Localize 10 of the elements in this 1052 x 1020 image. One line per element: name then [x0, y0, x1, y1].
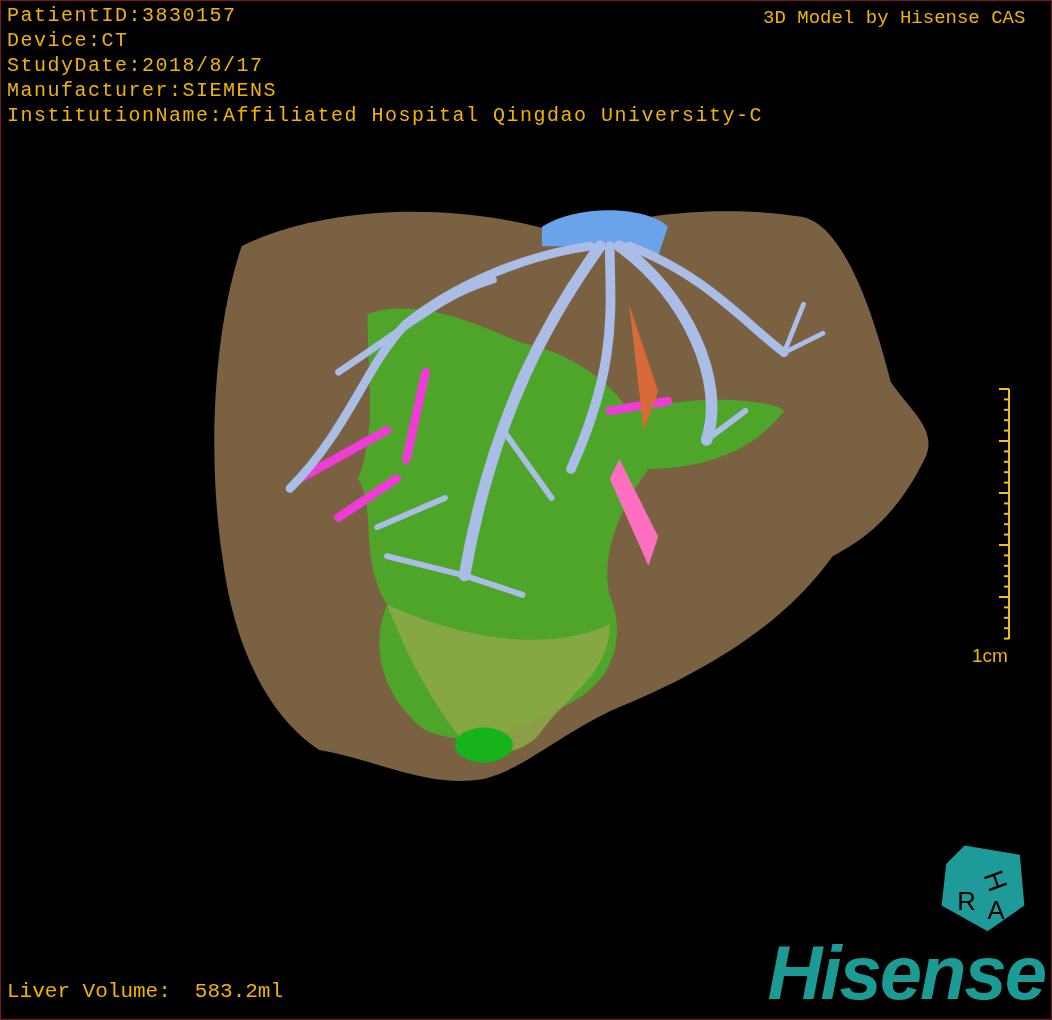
- scale-label: 1cm: [972, 644, 1008, 668]
- patient-info-text: Manufacturer:SIEMENS: [7, 78, 279, 103]
- brand-logo: Hisense: [767, 933, 1045, 1013]
- volume-value: 583.2ml: [194, 978, 284, 1005]
- volume-label: Liver Volume:: [7, 978, 171, 1005]
- patient-info-text: StudyDate:2018/8/17: [7, 53, 265, 78]
- patient-info-text: InstitutionName:Affiliated Hospital Qingdao University-C: [7, 103, 764, 128]
- patient-info-text: Device:CT: [7, 28, 130, 53]
- model-title: 3D Model by Hisense CAS: [763, 6, 1027, 31]
- patient-info-text: PatientID:3830157: [7, 3, 238, 28]
